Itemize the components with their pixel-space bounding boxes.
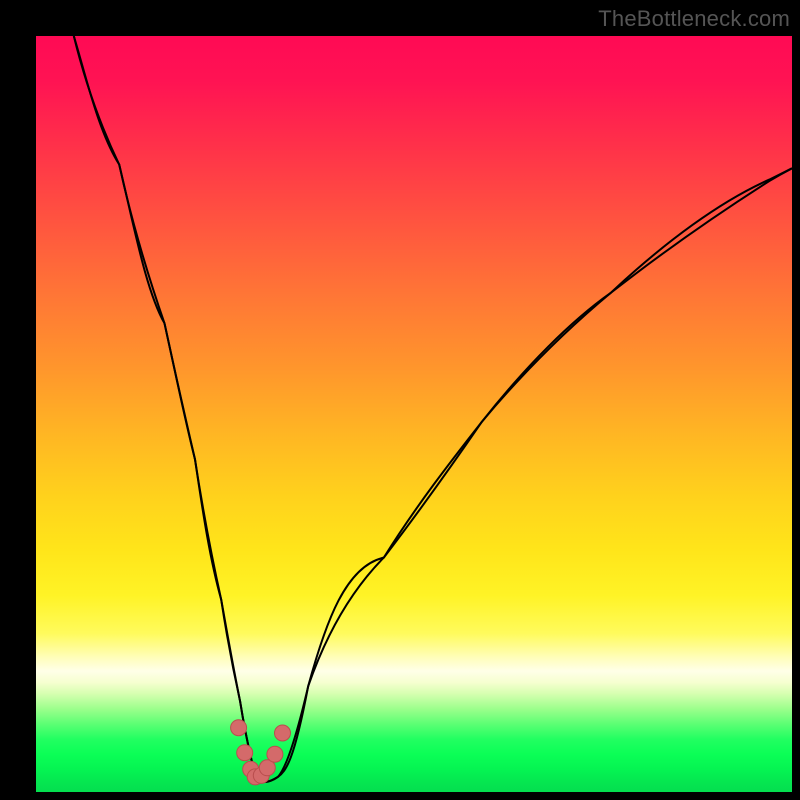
curve-path bbox=[74, 36, 792, 782]
marker-dot bbox=[267, 746, 283, 762]
highlight-markers bbox=[231, 720, 291, 785]
watermark-text: TheBottleneck.com bbox=[598, 6, 790, 32]
bottleneck-curve bbox=[36, 36, 792, 792]
plot-area bbox=[36, 36, 792, 792]
curve-path-main bbox=[74, 36, 792, 781]
chart-frame: TheBottleneck.com bbox=[0, 0, 800, 800]
marker-dot bbox=[275, 725, 291, 741]
marker-dot bbox=[237, 745, 253, 761]
marker-dot bbox=[231, 720, 247, 736]
